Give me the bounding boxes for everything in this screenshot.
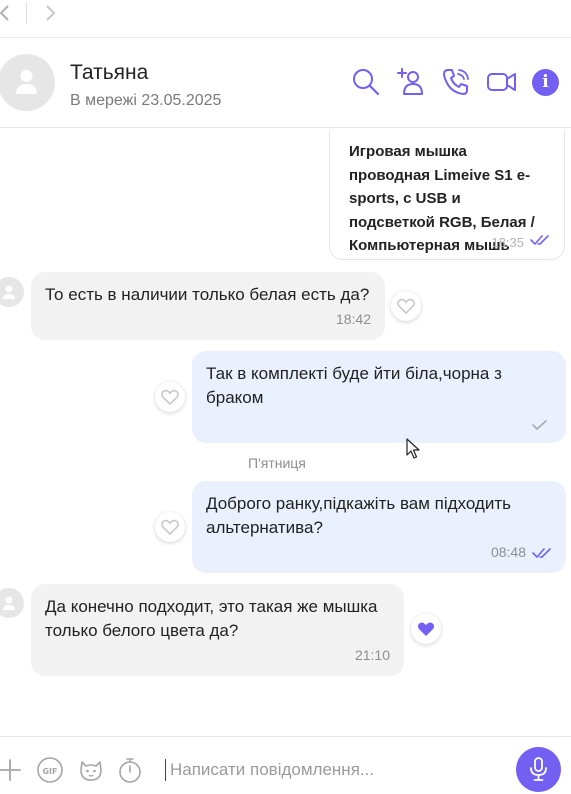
message-text: Так в комплекті буде йти біла,чорна з бр… xyxy=(206,364,502,407)
sticker-icon[interactable] xyxy=(77,756,105,784)
back-arrow-icon[interactable] xyxy=(0,3,16,23)
outgoing-message[interactable]: Так в комплекті буде йти біла,чорна з бр… xyxy=(192,351,566,443)
read-receipt-icon xyxy=(530,235,549,246)
heart-filled-icon xyxy=(417,622,435,636)
message-time: 18:42 xyxy=(335,311,371,327)
message-text: Доброго ранку,підкажіть вам підходить ал… xyxy=(206,494,511,537)
message-text: То есть в наличии только белая есть да? xyxy=(45,285,370,304)
message-text: Да конечно подходит, это такая же мышка … xyxy=(45,597,378,640)
gif-icon[interactable]: GIF xyxy=(36,756,64,784)
outgoing-message[interactable]: Доброго ранку,підкажіть вам підходить ал… xyxy=(192,481,566,573)
svg-text:GIF: GIF xyxy=(42,767,57,776)
sender-avatar[interactable] xyxy=(0,588,24,618)
message-time: 21:10 xyxy=(354,647,390,663)
heart-outline-icon xyxy=(161,519,179,535)
info-button[interactable]: i xyxy=(532,69,559,96)
read-receipt-icon xyxy=(532,548,551,559)
like-button[interactable] xyxy=(391,291,421,321)
heart-outline-icon xyxy=(161,389,179,405)
person-icon xyxy=(16,70,37,94)
sender-avatar[interactable] xyxy=(0,277,24,307)
search-icon[interactable] xyxy=(350,66,382,98)
incoming-message[interactable]: То есть в наличии только белая есть да? … xyxy=(31,272,385,340)
forward-arrow-icon[interactable] xyxy=(40,3,60,23)
sent-check-icon xyxy=(532,420,547,431)
contact-status: В мережі 23.05.2025 xyxy=(70,92,222,109)
like-button[interactable] xyxy=(155,512,185,542)
like-button-active[interactable] xyxy=(411,614,441,644)
nav-divider xyxy=(26,2,27,24)
contact-name[interactable]: Татьяна xyxy=(70,61,148,85)
person-icon xyxy=(3,596,15,610)
video-call-icon[interactable] xyxy=(485,66,517,98)
top-navigation-bar xyxy=(0,0,571,38)
chat-header: Татьяна В мережі 23.05.2025 i xyxy=(0,39,571,128)
mouse-cursor-icon xyxy=(406,438,420,459)
timer-icon[interactable] xyxy=(116,756,144,784)
message-time: 18:35 xyxy=(491,235,524,250)
day-separator: П'ятниця xyxy=(248,455,306,471)
message-input[interactable] xyxy=(170,757,470,783)
contact-avatar[interactable] xyxy=(0,54,55,111)
message-time: 08:48 xyxy=(490,544,526,560)
product-card-message[interactable]: Игровая мышка проводная Limeive S1 e-spo… xyxy=(329,129,565,260)
heart-outline-icon xyxy=(397,298,415,314)
microphone-icon xyxy=(530,757,547,781)
like-button[interactable] xyxy=(155,382,185,412)
message-composer: GIF xyxy=(0,736,571,794)
add-participant-icon[interactable] xyxy=(395,66,427,98)
voice-message-button[interactable] xyxy=(516,747,561,792)
message-list[interactable]: Игровая мышка проводная Limeive S1 e-spo… xyxy=(0,129,571,736)
add-attachment-icon[interactable] xyxy=(0,756,24,784)
voice-call-icon[interactable] xyxy=(440,66,472,98)
text-caret xyxy=(165,759,166,781)
incoming-message[interactable]: Да конечно подходит, это такая же мышка … xyxy=(31,584,404,676)
person-icon xyxy=(3,285,15,299)
